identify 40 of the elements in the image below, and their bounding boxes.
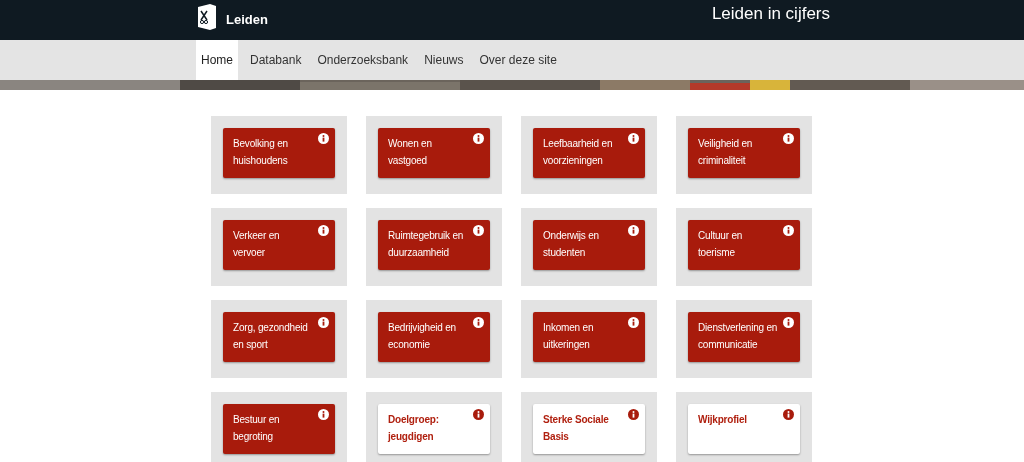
logo-icon[interactable]	[196, 4, 218, 30]
info-icon[interactable]	[473, 133, 484, 144]
theme-card[interactable]: Bedrijvigheid en economie	[378, 312, 490, 362]
info-icon[interactable]	[628, 409, 639, 420]
theme-card[interactable]: Cultuur en toerisme	[688, 220, 800, 270]
theme-card[interactable]: Bevolking en huishoudens	[223, 128, 335, 178]
info-icon[interactable]	[473, 225, 484, 236]
info-icon[interactable]	[473, 409, 484, 420]
theme-card[interactable]: Doelgroep: jeugdigen	[378, 404, 490, 454]
info-icon[interactable]	[783, 225, 794, 236]
info-icon[interactable]	[318, 225, 329, 236]
info-icon[interactable]	[318, 409, 329, 420]
nav-tab[interactable]: Onderzoeksbank	[313, 40, 413, 80]
nav-tab[interactable]: Databank	[246, 40, 306, 80]
info-icon[interactable]	[628, 317, 639, 328]
info-icon[interactable]	[318, 133, 329, 144]
info-icon[interactable]	[628, 225, 639, 236]
nav-tab[interactable]: Home	[196, 40, 238, 80]
info-icon[interactable]	[628, 133, 639, 144]
theme-card[interactable]: Verkeer en vervoer	[223, 220, 335, 270]
theme-card[interactable]: Bestuur en begroting	[223, 404, 335, 454]
info-icon[interactable]	[473, 317, 484, 328]
theme-card[interactable]: Wijkprofiel	[688, 404, 800, 454]
info-icon[interactable]	[783, 133, 794, 144]
theme-card[interactable]: Onderwijs en studenten	[533, 220, 645, 270]
logo-text[interactable]: Leiden	[226, 10, 268, 30]
theme-card[interactable]: Dienstverlening en communicatie	[688, 312, 800, 362]
info-icon[interactable]	[318, 317, 329, 328]
theme-card[interactable]: Sterke Sociale Basis	[533, 404, 645, 454]
site-title: Leiden in cijfers	[711, 3, 830, 26]
theme-card[interactable]: Veiligheid en criminaliteit	[688, 128, 800, 178]
nav-tab[interactable]: Nieuws	[420, 40, 468, 80]
info-icon[interactable]	[783, 317, 794, 328]
theme-card[interactable]: Ruimtegebruik en duurzaamheid	[378, 220, 490, 270]
nav-tab[interactable]: Over deze site	[475, 40, 561, 80]
theme-card[interactable]: Inkomen en uitkeringen	[533, 312, 645, 362]
info-icon[interactable]	[783, 409, 794, 420]
theme-card[interactable]: Leefbaarheid en voorzieningen	[533, 128, 645, 178]
theme-card[interactable]: Wonen en vastgoed	[378, 128, 490, 178]
theme-card[interactable]: Zorg, gezondheid en sport	[223, 312, 335, 362]
